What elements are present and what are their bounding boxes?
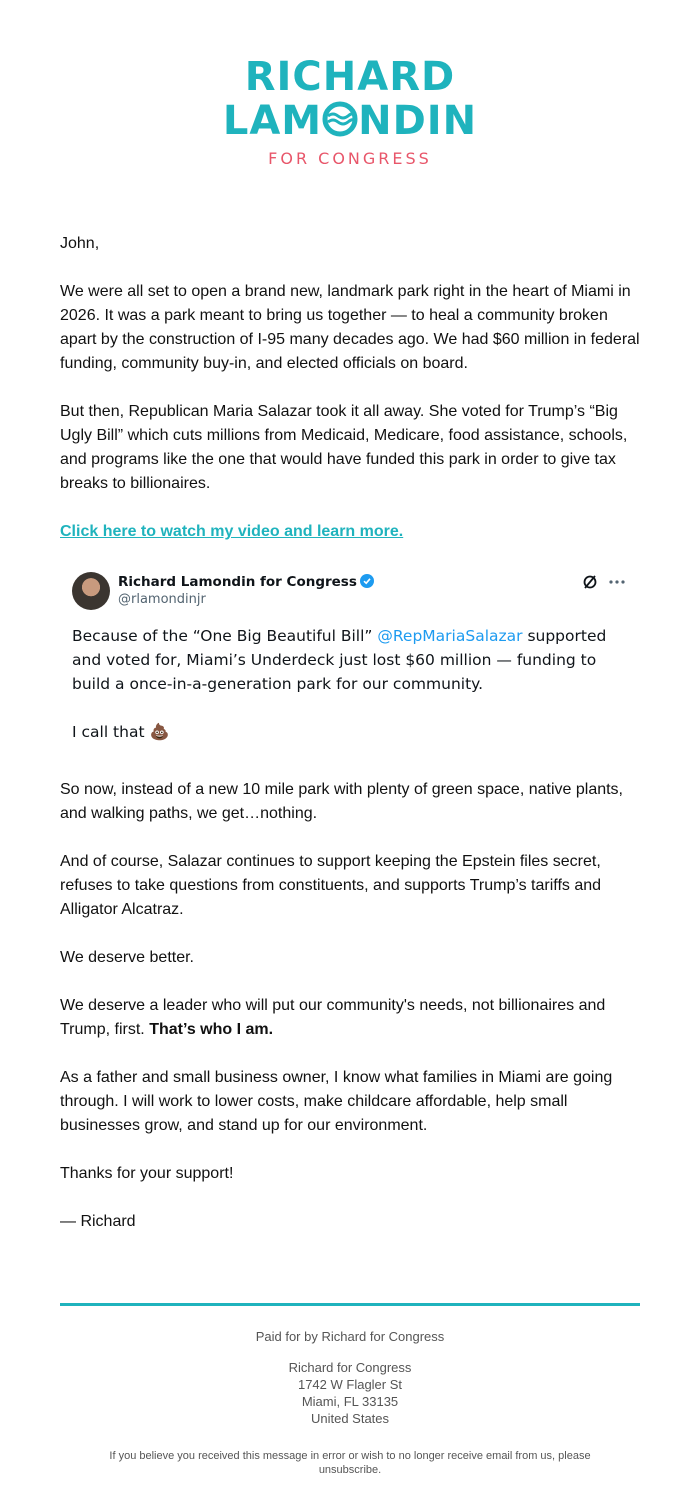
logo-line-2-end: NDIN: [358, 98, 478, 144]
address-org: Richard for Congress: [288, 1360, 412, 1375]
verified-badge-icon: [359, 574, 374, 588]
footer-address: Richard for Congress 1742 W Flagler St M…: [0, 1359, 700, 1427]
paragraph-6: We deserve a leader who will put our com…: [60, 994, 642, 1042]
paragraph-3: So now, instead of a new 10 mile park wi…: [60, 781, 623, 822]
unsubscribe-notice: If you believe you received this message…: [0, 1449, 700, 1477]
tweet-text-2-label: I call that: [72, 723, 145, 741]
greeting: John,: [60, 235, 100, 252]
tweet-header: Richard Lamondin for Congress @rlamondin…: [72, 572, 630, 610]
disclaimer-text: If you believe you received this message…: [109, 1450, 591, 1462]
email-footer: Paid for by Richard for Congress Richard…: [0, 1328, 700, 1477]
logo-line-2: LAM NDIN: [0, 99, 700, 143]
paragraph-5: We deserve better.: [60, 949, 194, 966]
logo-line-2-start: LAM: [222, 98, 323, 144]
tweet-text-start: Because of the “One Big Beautiful Bill”: [72, 627, 378, 645]
email-body: John, We were all set to open a brand ne…: [60, 232, 642, 1258]
tweet-author-name[interactable]: Richard Lamondin for Congress: [118, 573, 374, 591]
paragraph-8: Thanks for your support!: [60, 1165, 234, 1182]
logo-tagline: FOR CONGRESS: [268, 149, 432, 168]
poop-emoji-icon: 💩: [149, 722, 170, 741]
tweet-handle[interactable]: @rlamondinjr: [118, 591, 374, 609]
address-country: United States: [310, 1411, 390, 1426]
watch-video-link[interactable]: Click here to watch my video and learn m…: [60, 523, 403, 540]
footer-divider: [60, 1303, 640, 1306]
embedded-tweet[interactable]: Richard Lamondin for Congress @rlamondin…: [60, 568, 642, 754]
paragraph-1: We were all set to open a brand new, lan…: [60, 283, 640, 372]
paid-for-notice: Paid for by Richard for Congress: [255, 1329, 445, 1344]
cta-paragraph: Click here to watch my video and learn m…: [60, 520, 642, 544]
tweet-mention-link[interactable]: @RepMariaSalazar: [377, 627, 522, 645]
tweet-author-name-text: Richard Lamondin for Congress: [118, 574, 357, 590]
more-icon[interactable]: [608, 574, 626, 590]
tweet-author: Richard Lamondin for Congress @rlamondin…: [118, 573, 374, 609]
unsubscribe-link[interactable]: unsubscribe.: [319, 1464, 381, 1476]
tweet-actions: [582, 574, 626, 590]
address-street: 1742 W Flagler St: [297, 1377, 403, 1392]
paragraph-2: But then, Republican Maria Salazar took …: [60, 403, 628, 492]
paragraph-6-bold: That’s who I am.: [149, 1021, 274, 1038]
avatar[interactable]: [72, 572, 110, 610]
x-logo-icon[interactable]: [582, 574, 598, 590]
campaign-logo: RICHARD LAM NDIN FOR CONGRESS: [0, 55, 700, 168]
signoff: — Richard: [60, 1213, 136, 1230]
paragraph-6-text: We deserve a leader who will put our com…: [60, 997, 606, 1038]
logo-line-1: RICHARD: [244, 54, 456, 100]
tweet-text: Because of the “One Big Beautiful Bill” …: [72, 624, 630, 696]
wave-o-icon: [322, 101, 358, 137]
address-city: Miami, FL 33135: [301, 1394, 399, 1409]
paragraph-4: And of course, Salazar continues to supp…: [60, 853, 602, 918]
paragraph-7: As a father and small business owner, I …: [60, 1069, 613, 1134]
tweet-text-2: I call that 💩: [72, 720, 630, 744]
